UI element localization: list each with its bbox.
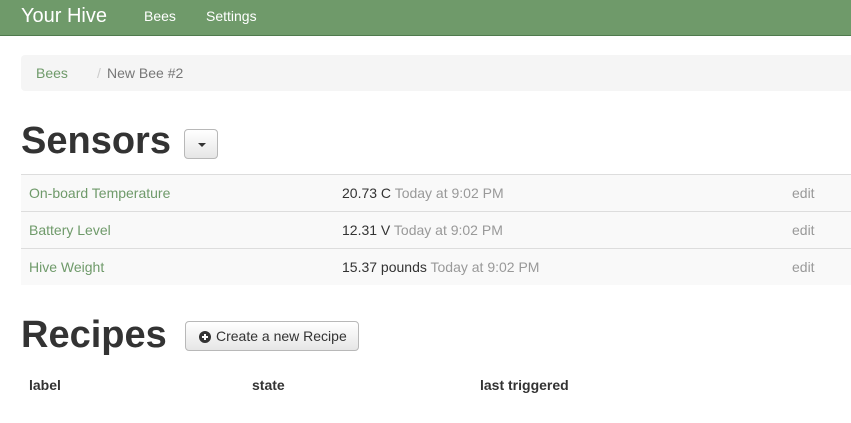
create-recipe-button[interactable]: Create a new Recipe [185,321,359,351]
breadcrumb-item-current: New Bee #2 [107,65,184,81]
sensors-heading: Sensors [21,120,171,162]
sensor-row-weight: Hive Weight 15.37 pounds Today at 9:02 P… [21,248,851,285]
sensor-name-link[interactable]: Battery Level [29,222,111,238]
sensor-value: 12.31 V [342,222,391,238]
create-recipe-label: Create a new Recipe [216,328,347,344]
top-navbar: Your Hive Bees Settings [0,0,851,36]
column-header-last-triggered: last triggered [480,377,569,393]
sensor-reading: 15.37 pounds Today at 9:02 PM [342,259,539,275]
sensor-name-link[interactable]: Hive Weight [29,259,104,275]
breadcrumb-item-bees[interactable]: Bees [36,65,68,81]
sensor-value: 20.73 C [342,185,392,201]
sensor-timestamp: Today at 9:02 PM [394,185,504,201]
sensor-edit-link[interactable]: edit [792,185,815,201]
sensor-timestamp: Today at 9:02 PM [430,259,540,275]
column-header-label: label [29,377,61,393]
sensor-edit-link[interactable]: edit [792,259,815,275]
nav-link-settings[interactable]: Settings [206,8,257,24]
brand-link[interactable]: Your Hive [21,4,107,28]
sensor-edit-link[interactable]: edit [792,222,815,238]
sensor-row-temperature: On-board Temperature 20.73 C Today at 9:… [21,174,851,211]
sensor-reading: 12.31 V Today at 9:02 PM [342,222,503,238]
sensor-value: 15.37 pounds [342,259,427,275]
breadcrumb: Bees / New Bee #2 [21,55,851,91]
column-header-state: state [252,377,285,393]
breadcrumb-separator: / [97,65,101,81]
sensor-timestamp: Today at 9:02 PM [393,222,503,238]
caret-down-icon [198,143,206,147]
sensor-name-link[interactable]: On-board Temperature [29,185,170,201]
plus-circle-icon [199,331,211,343]
sensor-row-battery: Battery Level 12.31 V Today at 9:02 PM e… [21,211,851,248]
nav-link-bees[interactable]: Bees [144,8,176,24]
sensors-dropdown-button[interactable] [184,129,218,159]
recipes-heading: Recipes [21,314,167,356]
sensor-reading: 20.73 C Today at 9:02 PM [342,185,504,201]
